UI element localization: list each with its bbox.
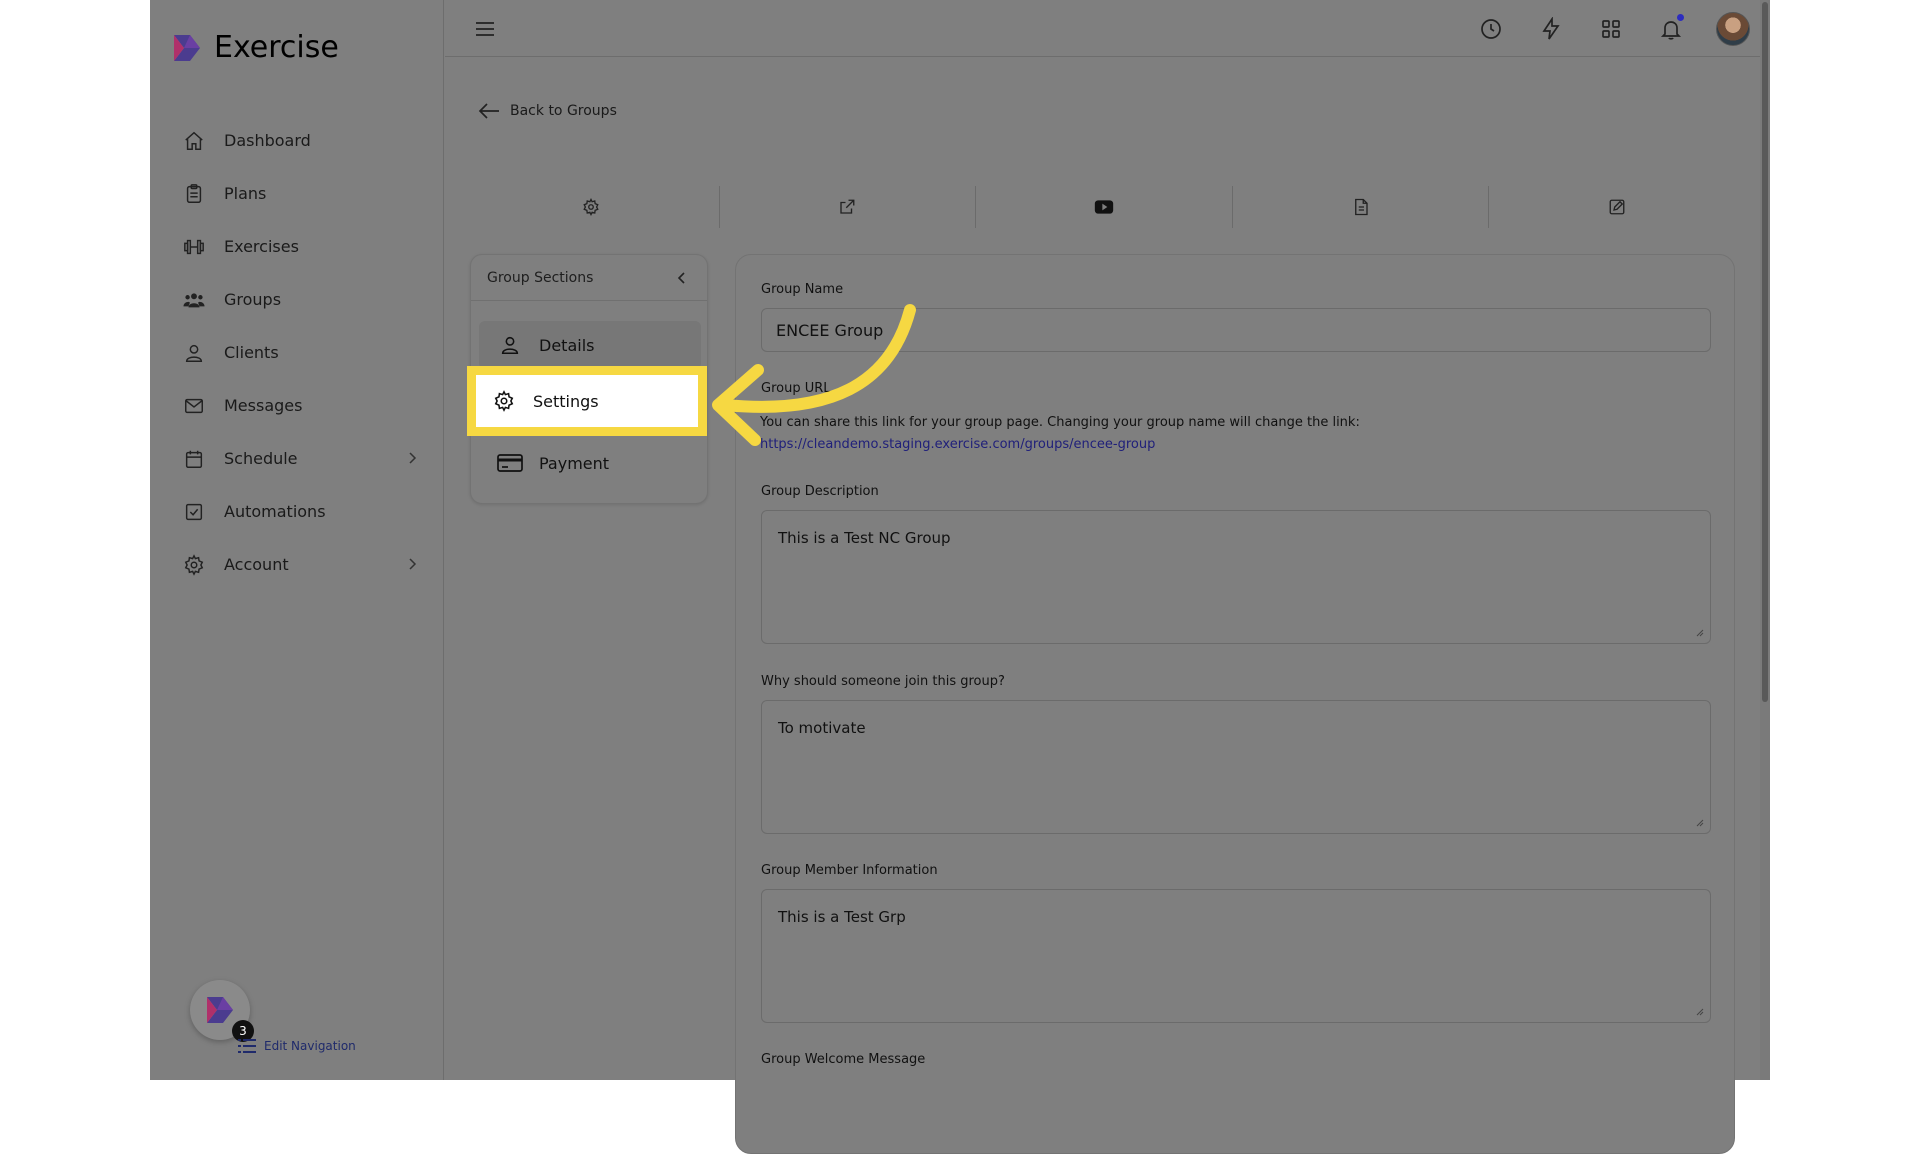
member-info-textarea[interactable]: This is a Test Grp (761, 889, 1711, 1023)
document-icon (1354, 198, 1368, 216)
footer-logo-button[interactable]: 3 (190, 980, 254, 1042)
tab-document[interactable] (1233, 186, 1490, 228)
arrow-left-icon (478, 103, 499, 119)
resize-grip-icon[interactable] (1694, 817, 1704, 827)
gear-icon (491, 388, 517, 414)
users-icon (182, 288, 206, 312)
sidebar-item-label: Dashboard (224, 131, 311, 150)
exercise-logo-icon (207, 997, 233, 1023)
home-icon (182, 129, 206, 153)
sidebar: Exercise Dashboard Plans Exercises Group… (150, 0, 444, 1080)
video-icon (1094, 200, 1114, 214)
section-payment-label: Payment (539, 453, 610, 473)
tab-edit[interactable] (1489, 186, 1745, 228)
mail-icon (182, 394, 206, 418)
annotation-arrow (712, 304, 916, 446)
tab-video[interactable] (976, 186, 1233, 228)
sidebar-item-label: Plans (224, 184, 267, 203)
chevron-right-icon (409, 558, 417, 570)
resize-grip-icon[interactable] (1694, 1006, 1704, 1016)
exercise-logo-icon (174, 34, 200, 61)
top-bar (445, 0, 1760, 57)
group-description-value: This is a Test NC Group (778, 529, 951, 547)
gear-icon (182, 553, 206, 577)
brand-name: Exercise (214, 30, 339, 65)
sidebar-item-plans[interactable]: Plans (182, 167, 422, 220)
apps-grid-icon[interactable] (1596, 14, 1626, 44)
section-settings-inner: Settings (476, 375, 698, 427)
clipboard-icon (182, 182, 206, 206)
chevron-right-icon (409, 452, 417, 464)
brand[interactable]: Exercise (170, 30, 339, 65)
sidebar-item-label: Clients (224, 343, 279, 362)
tab-settings[interactable] (463, 186, 720, 228)
list-icon (238, 1039, 256, 1053)
member-info-label: Group Member Information (761, 863, 938, 878)
external-link-icon (840, 199, 855, 214)
section-payment[interactable]: Payment (479, 439, 701, 487)
sidebar-item-label: Groups (224, 290, 282, 309)
group-sections-title: Group Sections (487, 269, 594, 286)
group-description-label: Group Description (761, 484, 879, 499)
section-settings[interactable]: Settings (467, 366, 707, 436)
sidebar-item-label: Account (224, 555, 289, 574)
sidebar-nav: Dashboard Plans Exercises Groups Clients… (182, 114, 422, 591)
user-icon (497, 332, 523, 358)
gear-icon (583, 198, 599, 216)
why-join-value: To motivate (778, 719, 866, 737)
sidebar-item-label: Messages (224, 396, 303, 415)
edit-navigation-link[interactable]: Edit Navigation (238, 1038, 356, 1054)
calendar-icon (182, 447, 206, 471)
avatar[interactable] (1716, 12, 1750, 46)
sidebar-footer: 3 Edit Navigation (190, 980, 356, 1053)
sidebar-item-automations[interactable]: Automations (182, 485, 422, 538)
bell-icon[interactable] (1656, 14, 1686, 44)
back-to-groups-label: Back to Groups (510, 103, 617, 119)
hamburger-menu-icon[interactable] (473, 17, 497, 41)
lightning-icon[interactable] (1536, 14, 1566, 44)
why-join-textarea[interactable]: To motivate (761, 700, 1711, 834)
group-description-textarea[interactable]: This is a Test NC Group (761, 510, 1711, 644)
group-tab-bar (463, 186, 1745, 228)
resize-grip-icon[interactable] (1694, 627, 1704, 637)
sidebar-item-messages[interactable]: Messages (182, 379, 422, 432)
history-icon[interactable] (1476, 14, 1506, 44)
dumbbell-icon (182, 235, 206, 259)
welcome-message-label: Group Welcome Message (761, 1052, 926, 1067)
group-sections-header: Group Sections (471, 255, 707, 301)
user-icon (182, 341, 206, 365)
chevron-left-icon[interactable] (675, 271, 689, 285)
sidebar-item-label: Schedule (224, 449, 298, 468)
credit-card-icon (497, 450, 523, 476)
edit-navigation-label: Edit Navigation (264, 1039, 356, 1053)
sidebar-item-label: Automations (224, 502, 326, 521)
scrollbar-thumb[interactable] (1762, 2, 1768, 702)
section-settings-label: Settings (533, 391, 599, 411)
sidebar-item-label: Exercises (224, 237, 299, 256)
sidebar-item-clients[interactable]: Clients (182, 326, 422, 379)
top-actions (1476, 12, 1750, 46)
tab-share[interactable] (720, 186, 977, 228)
why-join-label: Why should someone join this group? (761, 674, 1005, 689)
edit-icon (1609, 199, 1625, 215)
notification-dot (1677, 14, 1684, 21)
sidebar-item-account[interactable]: Account (182, 538, 422, 591)
page-scrollbar[interactable] (1760, 0, 1770, 1080)
back-to-groups-link[interactable]: Back to Groups (478, 102, 617, 120)
sidebar-item-exercises[interactable]: Exercises (182, 220, 422, 273)
check-square-icon (182, 500, 206, 524)
section-details[interactable]: Details (479, 321, 701, 369)
section-details-label: Details (539, 335, 595, 355)
member-info-value: This is a Test Grp (778, 908, 906, 926)
sidebar-item-dashboard[interactable]: Dashboard (182, 114, 422, 167)
sidebar-item-schedule[interactable]: Schedule (182, 432, 422, 485)
sidebar-item-groups[interactable]: Groups (182, 273, 422, 326)
